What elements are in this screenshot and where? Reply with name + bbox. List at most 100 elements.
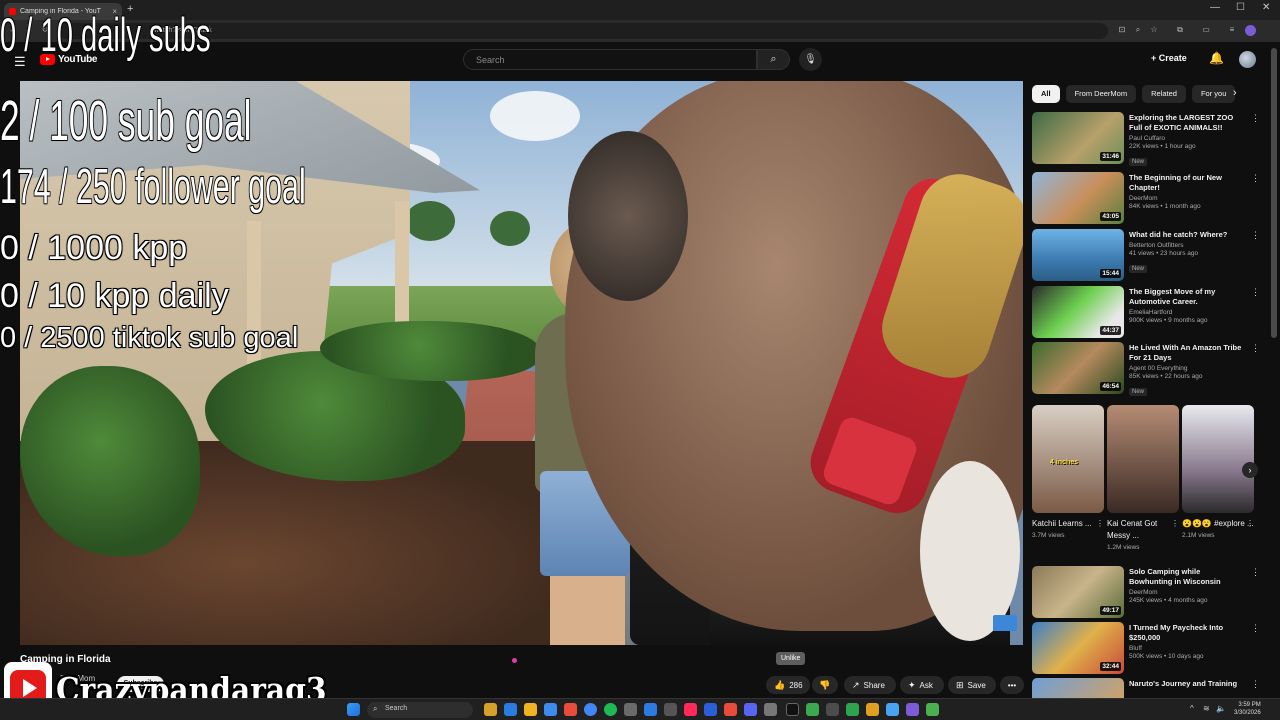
chip-for-you[interactable]: For you — [1191, 85, 1236, 103]
chevron-right-icon[interactable]: › — [1233, 87, 1237, 99]
xbox-icon[interactable] — [846, 703, 859, 716]
short-thumbnail[interactable]: 4 inches — [1032, 405, 1104, 513]
short-thumbnail[interactable] — [1107, 405, 1179, 513]
share-icon: ↗ — [852, 679, 860, 690]
recommendation-item[interactable]: 32:44 I Turned My Paycheck Into $250,000… — [1032, 622, 1262, 676]
spotify-icon[interactable] — [604, 703, 617, 716]
taskbar-search[interactable]: ⌕ Search — [367, 702, 473, 718]
rec-title: The Beginning of our New Chapter! — [1129, 173, 1222, 192]
app-icon[interactable] — [704, 703, 717, 716]
app-icon[interactable] — [724, 703, 737, 716]
tiktok-icon[interactable] — [684, 703, 697, 716]
shorts-next-chevron-icon[interactable]: › — [1242, 462, 1258, 478]
maximize-button[interactable]: ☐ — [1236, 2, 1245, 13]
more-vert-icon[interactable]: ⋮ — [1246, 519, 1254, 528]
recommendation-item[interactable]: 15:44 What did he catch? Where? Betterton… — [1032, 229, 1262, 283]
share-button[interactable]: ↗ Share — [844, 676, 896, 694]
split-view-icon[interactable]: ▭ — [1201, 25, 1211, 35]
user-avatar[interactable] — [1239, 51, 1256, 68]
app-icon[interactable] — [644, 703, 657, 716]
more-vert-icon[interactable]: ⋮ — [1251, 173, 1260, 184]
video-thumbnail: 32:44 — [1032, 622, 1124, 674]
discord-icon[interactable] — [744, 703, 757, 716]
store-icon[interactable] — [544, 703, 557, 716]
save-label: Save — [967, 680, 986, 690]
app-icon[interactable] — [764, 703, 777, 716]
recommendation-item[interactable]: 44:37 The Biggest Move of my Automotive … — [1032, 286, 1262, 340]
rec-channel: EmeliaHartford — [1129, 309, 1173, 316]
more-vert-icon[interactable]: ⋮ — [1251, 623, 1260, 634]
app-icon[interactable] — [806, 703, 819, 716]
more-vert-icon[interactable]: ⋮ — [1251, 113, 1260, 124]
minimize-button[interactable]: — — [1210, 2, 1220, 13]
address-bar[interactable]: /watch?v=4nTSI2fk — [58, 23, 1108, 39]
search-input[interactable]: Search — [463, 49, 757, 70]
rec-title: I Turned My Paycheck Into $250,000 — [1129, 623, 1224, 642]
short-title[interactable]: Kai Cenat Got Messy ... — [1107, 518, 1179, 542]
app-icon[interactable] — [564, 703, 577, 716]
save-button[interactable]: ⊞ Save — [948, 676, 996, 694]
edge-icon[interactable] — [504, 703, 517, 716]
taskbar-clock[interactable]: 3:59 PM 3/30/2026 — [1234, 701, 1261, 717]
chip-all[interactable]: All — [1032, 85, 1060, 103]
page-scrollbar[interactable] — [1271, 48, 1277, 338]
wifi-icon[interactable]: ≋ — [1203, 704, 1210, 713]
file-explorer-icon[interactable] — [484, 703, 497, 716]
like-button[interactable]: 👍 286 — [766, 676, 810, 694]
short-thumbnail[interactable] — [1182, 405, 1254, 513]
tray-chevron-icon[interactable]: ^ — [1190, 704, 1194, 713]
app-icon[interactable] — [886, 703, 899, 716]
more-actions-button[interactable]: ••• — [1000, 676, 1024, 694]
recommendation-item[interactable]: Naruto's Journey and Training ⋮ — [1032, 678, 1262, 698]
more-vert-icon[interactable]: ⋮ — [1171, 519, 1179, 528]
more-vert-icon[interactable]: ⋮ — [1251, 679, 1260, 690]
short-title[interactable]: Katchii Learns ... — [1032, 518, 1104, 530]
close-window-button[interactable]: ✕ — [1262, 2, 1270, 13]
sparkle-icon: ✦ — [908, 679, 916, 690]
video-scene-dog-snout — [568, 131, 688, 301]
video-scene-cloud — [490, 91, 580, 141]
create-button[interactable]: + Create — [1151, 53, 1187, 63]
more-vert-icon[interactable]: ⋮ — [1251, 287, 1260, 298]
search-button[interactable]: ⌕ — [757, 49, 790, 70]
ask-button[interactable]: ✦ Ask — [900, 676, 944, 694]
media-icon[interactable]: ≡ — [1227, 25, 1237, 35]
app-icon[interactable] — [866, 703, 879, 716]
bookmark-star-icon[interactable]: ☆ — [1149, 25, 1159, 35]
more-vert-icon[interactable]: ⋮ — [1096, 519, 1104, 528]
app-icon[interactable] — [826, 703, 839, 716]
volume-icon[interactable]: 🔈 — [1216, 704, 1226, 713]
recommendation-item[interactable]: 43:05 The Beginning of our New Chapter! D… — [1032, 172, 1262, 226]
windows-start-icon[interactable] — [347, 703, 360, 716]
rec-title: What did he catch? Where? — [1129, 230, 1228, 239]
rec-title: Exploring the LARGEST ZOO Full of EXOTIC… — [1129, 113, 1234, 132]
voice-search-mic-icon[interactable]: 🎙 — [799, 48, 822, 71]
dislike-button[interactable]: 👎 — [812, 676, 838, 694]
more-vert-icon[interactable]: ⋮ — [1251, 230, 1260, 241]
kick-icon[interactable] — [786, 703, 799, 716]
more-vert-icon[interactable]: ⋮ — [1251, 567, 1260, 578]
video-thumbnail: 15:44 — [1032, 229, 1124, 281]
minecraft-icon[interactable] — [926, 703, 939, 716]
short-title[interactable]: 😮😮😮 #explore ... — [1182, 518, 1254, 530]
browser-profile-avatar[interactable] — [1245, 25, 1256, 36]
recommendation-item[interactable]: 49:17 Solo Camping while Bowhunting in W… — [1032, 566, 1262, 620]
teams-icon[interactable] — [906, 703, 919, 716]
notifications-bell-icon[interactable]: 🔔 — [1209, 51, 1224, 65]
app-icon[interactable] — [624, 703, 637, 716]
chrome-icon[interactable] — [584, 703, 597, 716]
clock-date: 3/30/2026 — [1234, 710, 1261, 716]
recommendation-item[interactable]: 31:46 Exploring the LARGEST ZOO Full of … — [1032, 112, 1262, 166]
recommendation-item[interactable]: 46:54 He Lived With An Amazon Tribe For … — [1032, 342, 1262, 396]
extensions-icon[interactable]: ⧉ — [1175, 25, 1185, 35]
install-icon[interactable]: ⊡ — [1117, 25, 1127, 35]
zoom-icon[interactable]: ⌕ — [1133, 25, 1143, 35]
app-icon[interactable] — [664, 703, 677, 716]
overlay-kpp: 0 / 1000 kpp — [0, 229, 188, 267]
more-vert-icon[interactable]: ⋮ — [1251, 343, 1260, 354]
chip-related[interactable]: Related — [1142, 85, 1186, 103]
short-caption: 😮😮😮 #explore ... 2.1M views ⋮ — [1182, 518, 1254, 539]
video-scene-dog-chest — [920, 461, 1020, 641]
folder-icon[interactable] — [524, 703, 537, 716]
chip-from-channel[interactable]: From DeerMom — [1065, 85, 1137, 103]
